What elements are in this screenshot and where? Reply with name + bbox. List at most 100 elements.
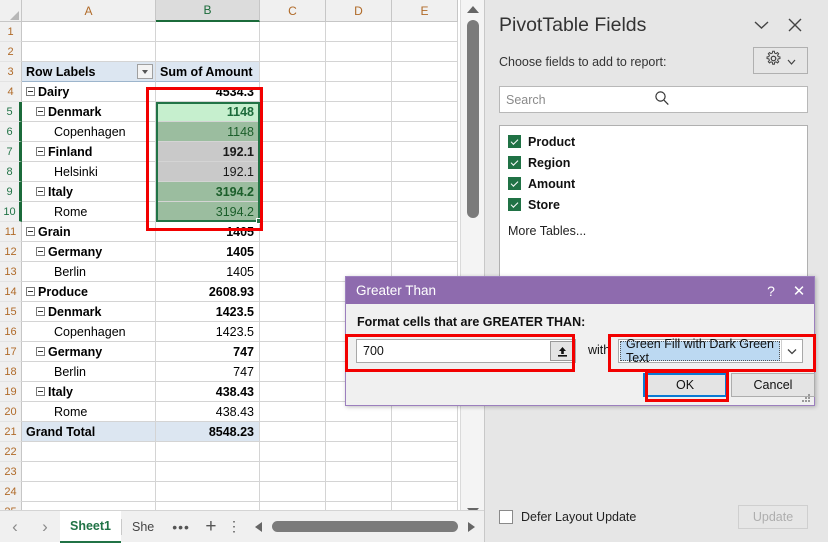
- cell[interactable]: [392, 242, 458, 262]
- collapse-expander-icon[interactable]: [36, 147, 45, 156]
- value-cell[interactable]: 438.43: [156, 402, 260, 422]
- row-header-19[interactable]: 19: [0, 382, 22, 402]
- row-header-7[interactable]: 7: [0, 142, 22, 162]
- ok-button[interactable]: OK: [643, 373, 727, 397]
- cell[interactable]: [260, 482, 326, 502]
- cell[interactable]: [260, 102, 326, 122]
- cell[interactable]: [22, 462, 156, 482]
- collapse-expander-icon[interactable]: [36, 187, 45, 196]
- sum-of-amount-header[interactable]: Sum of Amount: [156, 62, 260, 82]
- cell[interactable]: [260, 302, 326, 322]
- cell[interactable]: [392, 122, 458, 142]
- cell[interactable]: [326, 442, 392, 462]
- value-cell[interactable]: 4534.3: [156, 82, 260, 102]
- cell[interactable]: [326, 222, 392, 242]
- threshold-value-input[interactable]: 700: [356, 339, 576, 363]
- row-label-cell[interactable]: Denmark: [22, 102, 156, 122]
- column-header-b[interactable]: B: [156, 0, 260, 22]
- column-header-c[interactable]: C: [260, 0, 326, 22]
- cell[interactable]: [326, 162, 392, 182]
- row-header-3[interactable]: 3: [0, 62, 22, 82]
- scroll-thumb[interactable]: [467, 20, 479, 218]
- hscroll-left-icon[interactable]: [250, 522, 268, 532]
- cell[interactable]: [260, 462, 326, 482]
- row-label-cell[interactable]: Dairy: [22, 82, 156, 102]
- resize-grip-icon[interactable]: [802, 394, 811, 403]
- cell[interactable]: [156, 462, 260, 482]
- row-label-cell[interactable]: Rome: [22, 202, 156, 222]
- row-header-21[interactable]: 21: [0, 422, 22, 442]
- cell[interactable]: [260, 342, 326, 362]
- field-item-amount[interactable]: Amount: [508, 173, 807, 194]
- cell[interactable]: [156, 442, 260, 462]
- cell[interactable]: [260, 282, 326, 302]
- collapse-expander-icon[interactable]: [36, 107, 45, 116]
- cell[interactable]: [326, 422, 392, 442]
- row-label-cell[interactable]: Finland: [22, 142, 156, 162]
- row-header-13[interactable]: 13: [0, 262, 22, 282]
- value-cell[interactable]: 192.1: [156, 162, 260, 182]
- sheet-menu-icon[interactable]: ⋮: [224, 518, 244, 535]
- row-header-2[interactable]: 2: [0, 42, 22, 62]
- value-cell[interactable]: 1405: [156, 262, 260, 282]
- collapse-expander-icon[interactable]: [36, 307, 45, 316]
- row-header-5[interactable]: 5: [0, 102, 22, 122]
- value-cell[interactable]: 747: [156, 342, 260, 362]
- more-tables-link[interactable]: More Tables...: [508, 220, 807, 241]
- field-item-store[interactable]: Store: [508, 194, 807, 215]
- row-label-cell[interactable]: Denmark: [22, 302, 156, 322]
- selection-fill-handle[interactable]: [256, 218, 262, 224]
- column-header-a[interactable]: A: [22, 0, 156, 22]
- row-header-12[interactable]: 12: [0, 242, 22, 262]
- value-cell[interactable]: 1148: [156, 122, 260, 142]
- scroll-up-icon[interactable]: [461, 0, 485, 18]
- row-header-22[interactable]: 22: [0, 442, 22, 462]
- value-cell[interactable]: 1423.5: [156, 302, 260, 322]
- cell[interactable]: [392, 162, 458, 182]
- cell[interactable]: [326, 122, 392, 142]
- cell[interactable]: [156, 482, 260, 502]
- cell[interactable]: [392, 82, 458, 102]
- value-cell[interactable]: 1423.5: [156, 322, 260, 342]
- cell[interactable]: [392, 482, 458, 502]
- panel-collapse-icon[interactable]: [753, 18, 770, 35]
- cell[interactable]: [260, 442, 326, 462]
- grid-vertical-scrollbar[interactable]: [460, 0, 484, 520]
- cell[interactable]: [260, 382, 326, 402]
- value-cell[interactable]: 3194.2: [156, 202, 260, 222]
- value-cell[interactable]: 438.43: [156, 382, 260, 402]
- cell[interactable]: [22, 22, 156, 42]
- checkbox-checked-icon[interactable]: [508, 177, 521, 190]
- row-label-cell[interactable]: Italy: [22, 182, 156, 202]
- cell[interactable]: [392, 202, 458, 222]
- select-all-corner[interactable]: [0, 0, 22, 22]
- row-label-cell[interactable]: Berlin: [22, 362, 156, 382]
- value-cell[interactable]: 192.1: [156, 142, 260, 162]
- column-header-e[interactable]: E: [392, 0, 458, 22]
- collapse-expander-icon[interactable]: [26, 227, 35, 236]
- row-label-cell[interactable]: Italy: [22, 382, 156, 402]
- checkbox-checked-icon[interactable]: [508, 135, 521, 148]
- collapse-expander-icon[interactable]: [26, 87, 35, 96]
- cell[interactable]: [260, 402, 326, 422]
- cell[interactable]: [392, 462, 458, 482]
- row-header-14[interactable]: 14: [0, 282, 22, 302]
- update-button[interactable]: Update: [738, 505, 808, 529]
- collapse-expander-icon[interactable]: [36, 387, 45, 396]
- checkbox-checked-icon[interactable]: [508, 198, 521, 211]
- cell[interactable]: [392, 142, 458, 162]
- cell[interactable]: [392, 422, 458, 442]
- cell[interactable]: [22, 482, 156, 502]
- cell[interactable]: [392, 62, 458, 82]
- format-style-select[interactable]: Green Fill with Dark Green Text: [618, 337, 803, 365]
- collapse-expander-icon[interactable]: [36, 247, 45, 256]
- collapse-range-icon[interactable]: [550, 341, 574, 361]
- cell[interactable]: [326, 22, 392, 42]
- cell[interactable]: [260, 242, 326, 262]
- cell[interactable]: [260, 142, 326, 162]
- value-cell[interactable]: 2608.93: [156, 282, 260, 302]
- row-header-23[interactable]: 23: [0, 462, 22, 482]
- cell[interactable]: [260, 222, 326, 242]
- cell[interactable]: [22, 42, 156, 62]
- sheet-tab-partial[interactable]: She: [122, 512, 164, 542]
